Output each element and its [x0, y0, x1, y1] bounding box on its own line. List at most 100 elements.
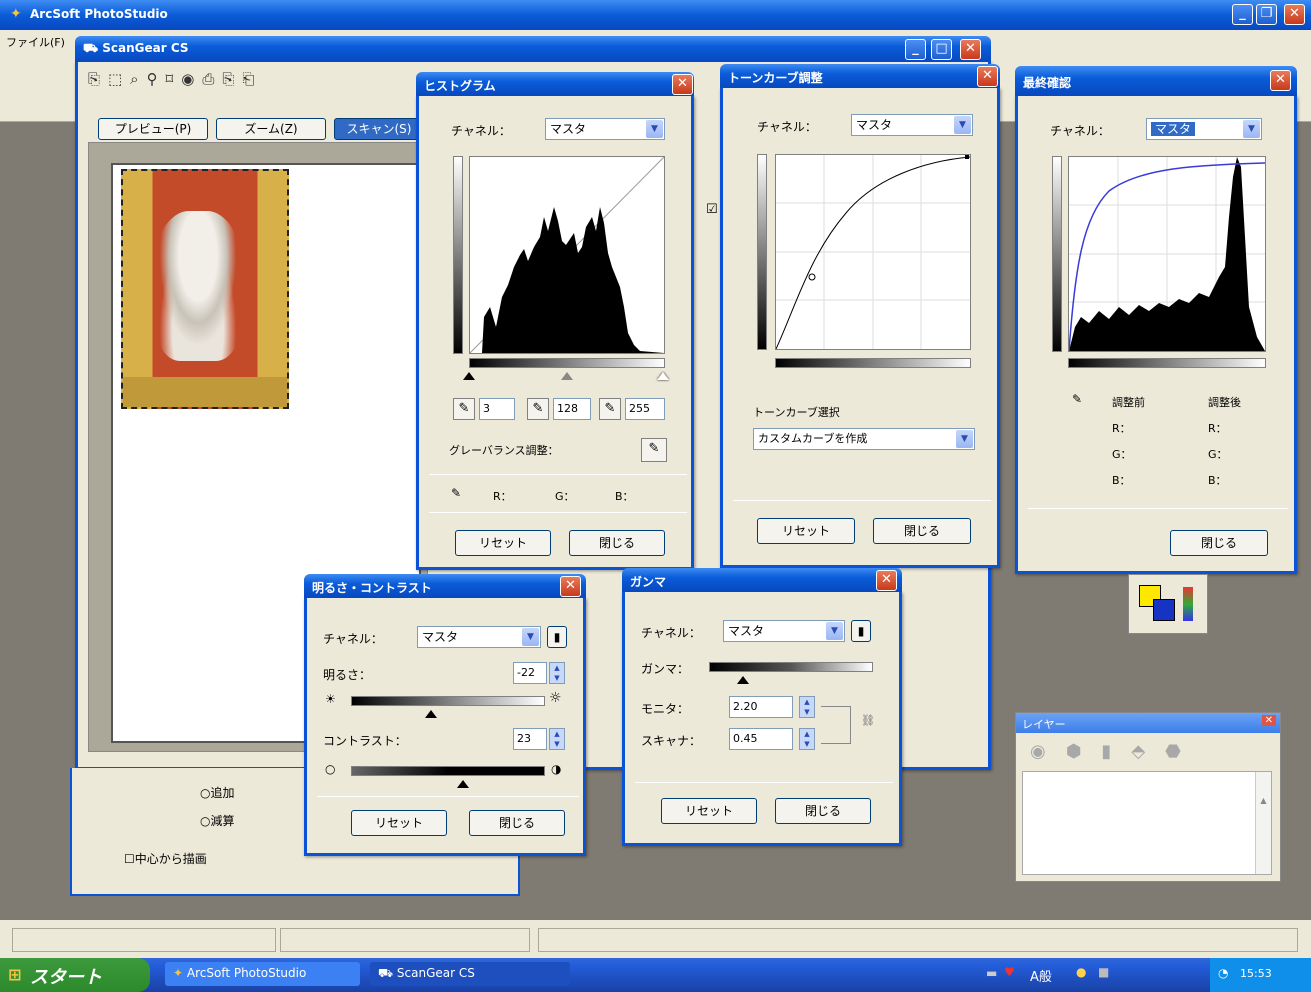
scangear-minimize-button[interactable]: _ — [905, 39, 926, 60]
system-tray: ▬ ♥ A般 ● ■ ◔ 15:53 — [980, 958, 1311, 992]
gamma-slider-thumb[interactable] — [737, 676, 749, 684]
final-check-before-label: 調整前 — [1112, 396, 1145, 409]
taskbar-item-scangear[interactable]: ⛟ ScanGear CS — [370, 962, 570, 986]
gamma-channel-options-button[interactable]: ▮ — [851, 620, 871, 642]
bc-channel-select[interactable]: マスタ ▼ — [417, 626, 541, 648]
link-icon[interactable]: ⛓ — [861, 714, 875, 727]
midtone-input[interactable]: 128 — [553, 398, 591, 420]
gamma-reset-button[interactable]: リセット — [661, 798, 757, 824]
brightness-contrast-titlebar: 明るさ・コントラスト — [304, 574, 586, 598]
gamma-close-button[interactable]: 閉じる — [775, 798, 871, 824]
scanner-input[interactable]: 0.45 — [729, 728, 793, 750]
tone-curve-channel-select[interactable]: マスタ ▼ — [851, 114, 973, 136]
tone-curve-point[interactable] — [808, 273, 816, 281]
layers-panel: レイヤー ✕ ◉⬢▮⬘⬣ ▲ — [1015, 712, 1281, 882]
contrast-slider-thumb[interactable] — [457, 780, 469, 788]
final-check-after-b: B： — [1208, 474, 1227, 487]
brightness-spinner[interactable]: ▲ ▼ — [549, 662, 565, 684]
histogram-input-gradient — [469, 358, 665, 368]
bc-reset-button[interactable]: リセット — [351, 810, 447, 836]
monitor-spinner[interactable]: ▲ ▼ — [799, 696, 815, 718]
main-restore-button[interactable]: ❐ — [1256, 4, 1277, 25]
contrast-input[interactable]: 23 — [513, 728, 547, 750]
layers-close-icon[interactable]: ✕ — [1261, 715, 1276, 726]
ime-indicator[interactable]: A般 — [1030, 966, 1052, 985]
tone-curve-output-gradient — [757, 154, 767, 350]
bc-close-button[interactable]: 閉じる — [469, 810, 565, 836]
final-check-close-button[interactable]: 閉じる — [1170, 530, 1268, 556]
tone-curve-close-x[interactable]: ✕ — [977, 66, 998, 87]
background-color-swatch[interactable] — [1153, 599, 1175, 621]
check-center[interactable]: ☐中心から描画 — [124, 850, 207, 867]
final-check-eyedropper-icon[interactable]: ✎ — [1072, 392, 1082, 406]
side-icon: ☑ — [706, 202, 718, 217]
tab-preview[interactable]: プレビュー(P) — [98, 118, 208, 140]
low-contrast-icon: ○ — [325, 762, 336, 776]
radio-add[interactable]: ○追加 — [200, 784, 235, 801]
highlight-eyedropper-icon[interactable]: ✎ — [599, 398, 621, 420]
highlight-input[interactable]: 255 — [625, 398, 665, 420]
contrast-label: コントラスト： — [323, 734, 407, 748]
main-close-button[interactable]: ✕ — [1284, 4, 1305, 25]
chevron-down-icon: ▼ — [646, 120, 663, 138]
histogram-close-button[interactable]: 閉じる — [569, 530, 665, 556]
scangear-close-button[interactable]: ✕ — [960, 39, 981, 60]
final-check-graph — [1068, 156, 1266, 352]
layers-title: レイヤー — [1022, 718, 1066, 731]
brightness-contrast-close-x[interactable]: ✕ — [560, 576, 581, 597]
clock-area: ◔ 15:53 — [1210, 958, 1311, 992]
radio-subtract[interactable]: ○減算 — [200, 812, 235, 829]
color-swatch-panel — [1128, 574, 1208, 634]
tone-curve-endpoint[interactable] — [965, 155, 969, 159]
bc-separator — [317, 796, 579, 797]
bc-channel-options-button[interactable]: ▮ — [547, 626, 567, 648]
histogram-channel-select[interactable]: マスタ ▼ — [545, 118, 665, 140]
tab-scan[interactable]: スキャン(S) — [334, 118, 424, 140]
brightness-input[interactable]: -22 — [513, 662, 547, 684]
contrast-spinner[interactable]: ▲ ▼ — [549, 728, 565, 750]
tab-zoom[interactable]: ズーム(Z) — [216, 118, 326, 140]
histogram-close-x[interactable]: ✕ — [672, 74, 693, 95]
shadow-slider[interactable] — [463, 372, 475, 380]
highlight-slider[interactable] — [657, 372, 669, 380]
taskbar-item-photostudio[interactable]: ✦ ArcSoft PhotoStudio — [165, 962, 360, 986]
scanner-spinner[interactable]: ▲ ▼ — [799, 728, 815, 750]
main-minimize-button[interactable]: _ — [1232, 4, 1253, 25]
menu-file[interactable]: ファイル(F) — [6, 34, 65, 50]
histogram-svg — [470, 157, 664, 353]
tone-curve-select[interactable]: カスタムカーブを作成 ▼ — [753, 428, 975, 450]
shadow-input[interactable]: 3 — [479, 398, 515, 420]
taskbar: ⊞ スタート ✦ ArcSoft PhotoStudio ⛟ ScanGear … — [0, 958, 1311, 992]
chevron-down-icon: ▼ — [956, 430, 973, 448]
start-button[interactable]: ⊞ スタート — [0, 958, 150, 992]
monitor-input[interactable]: 2.20 — [729, 696, 793, 718]
brightness-contrast-window: 明るさ・コントラスト ✕ チャネル： マスタ ▼ ▮ 明るさ： -22 ▲ ▼ ☀ … — [304, 574, 586, 856]
final-check-window: 最終確認 ✕ チャネル： マスタ ▼ ✎ 調整前 調整後 R： R： G： G： … — [1015, 66, 1297, 574]
histogram-reset-button[interactable]: リセット — [455, 530, 551, 556]
midtone-slider[interactable] — [561, 372, 573, 380]
midtone-eyedropper-icon[interactable]: ✎ — [527, 398, 549, 420]
brightness-label: 明るさ： — [323, 668, 372, 682]
gamma-close-x[interactable]: ✕ — [876, 570, 897, 591]
gray-balance-eyedropper-icon[interactable]: ✎ — [641, 438, 667, 462]
gray-balance-label: グレーバランス調整： — [449, 444, 559, 457]
gamma-channel-select[interactable]: マスタ ▼ — [723, 620, 845, 642]
layers-scrollbar[interactable]: ▲ — [1255, 772, 1271, 874]
tone-curve-separator — [733, 500, 991, 501]
layers-list: ▲ — [1022, 771, 1272, 875]
final-check-svg — [1069, 157, 1265, 351]
tone-curve-svg — [776, 155, 970, 349]
shadow-eyedropper-icon[interactable]: ✎ — [453, 398, 475, 420]
tone-curve-close-button[interactable]: 閉じる — [873, 518, 971, 544]
final-check-channel-select[interactable]: マスタ ▼ — [1146, 118, 1262, 140]
final-check-before-r: R： — [1112, 422, 1131, 435]
histogram-window: ヒストグラム ✕ チャネル： マスタ ▼ ✎ 3 ✎ 128 ✎ 255 グレーバ… — [416, 72, 694, 570]
brightness-slider-thumb[interactable] — [425, 710, 437, 718]
final-check-close-x[interactable]: ✕ — [1270, 70, 1291, 91]
clock: 15:53 — [1240, 967, 1272, 980]
tone-curve-reset-button[interactable]: リセット — [757, 518, 855, 544]
security-icon: ♥ — [1004, 965, 1015, 979]
histogram-eyedropper-icon: ✎ — [451, 486, 462, 500]
tone-curve-select-label: トーンカーブ選択 — [753, 406, 840, 419]
scangear-maximize-button[interactable]: □ — [931, 39, 952, 60]
